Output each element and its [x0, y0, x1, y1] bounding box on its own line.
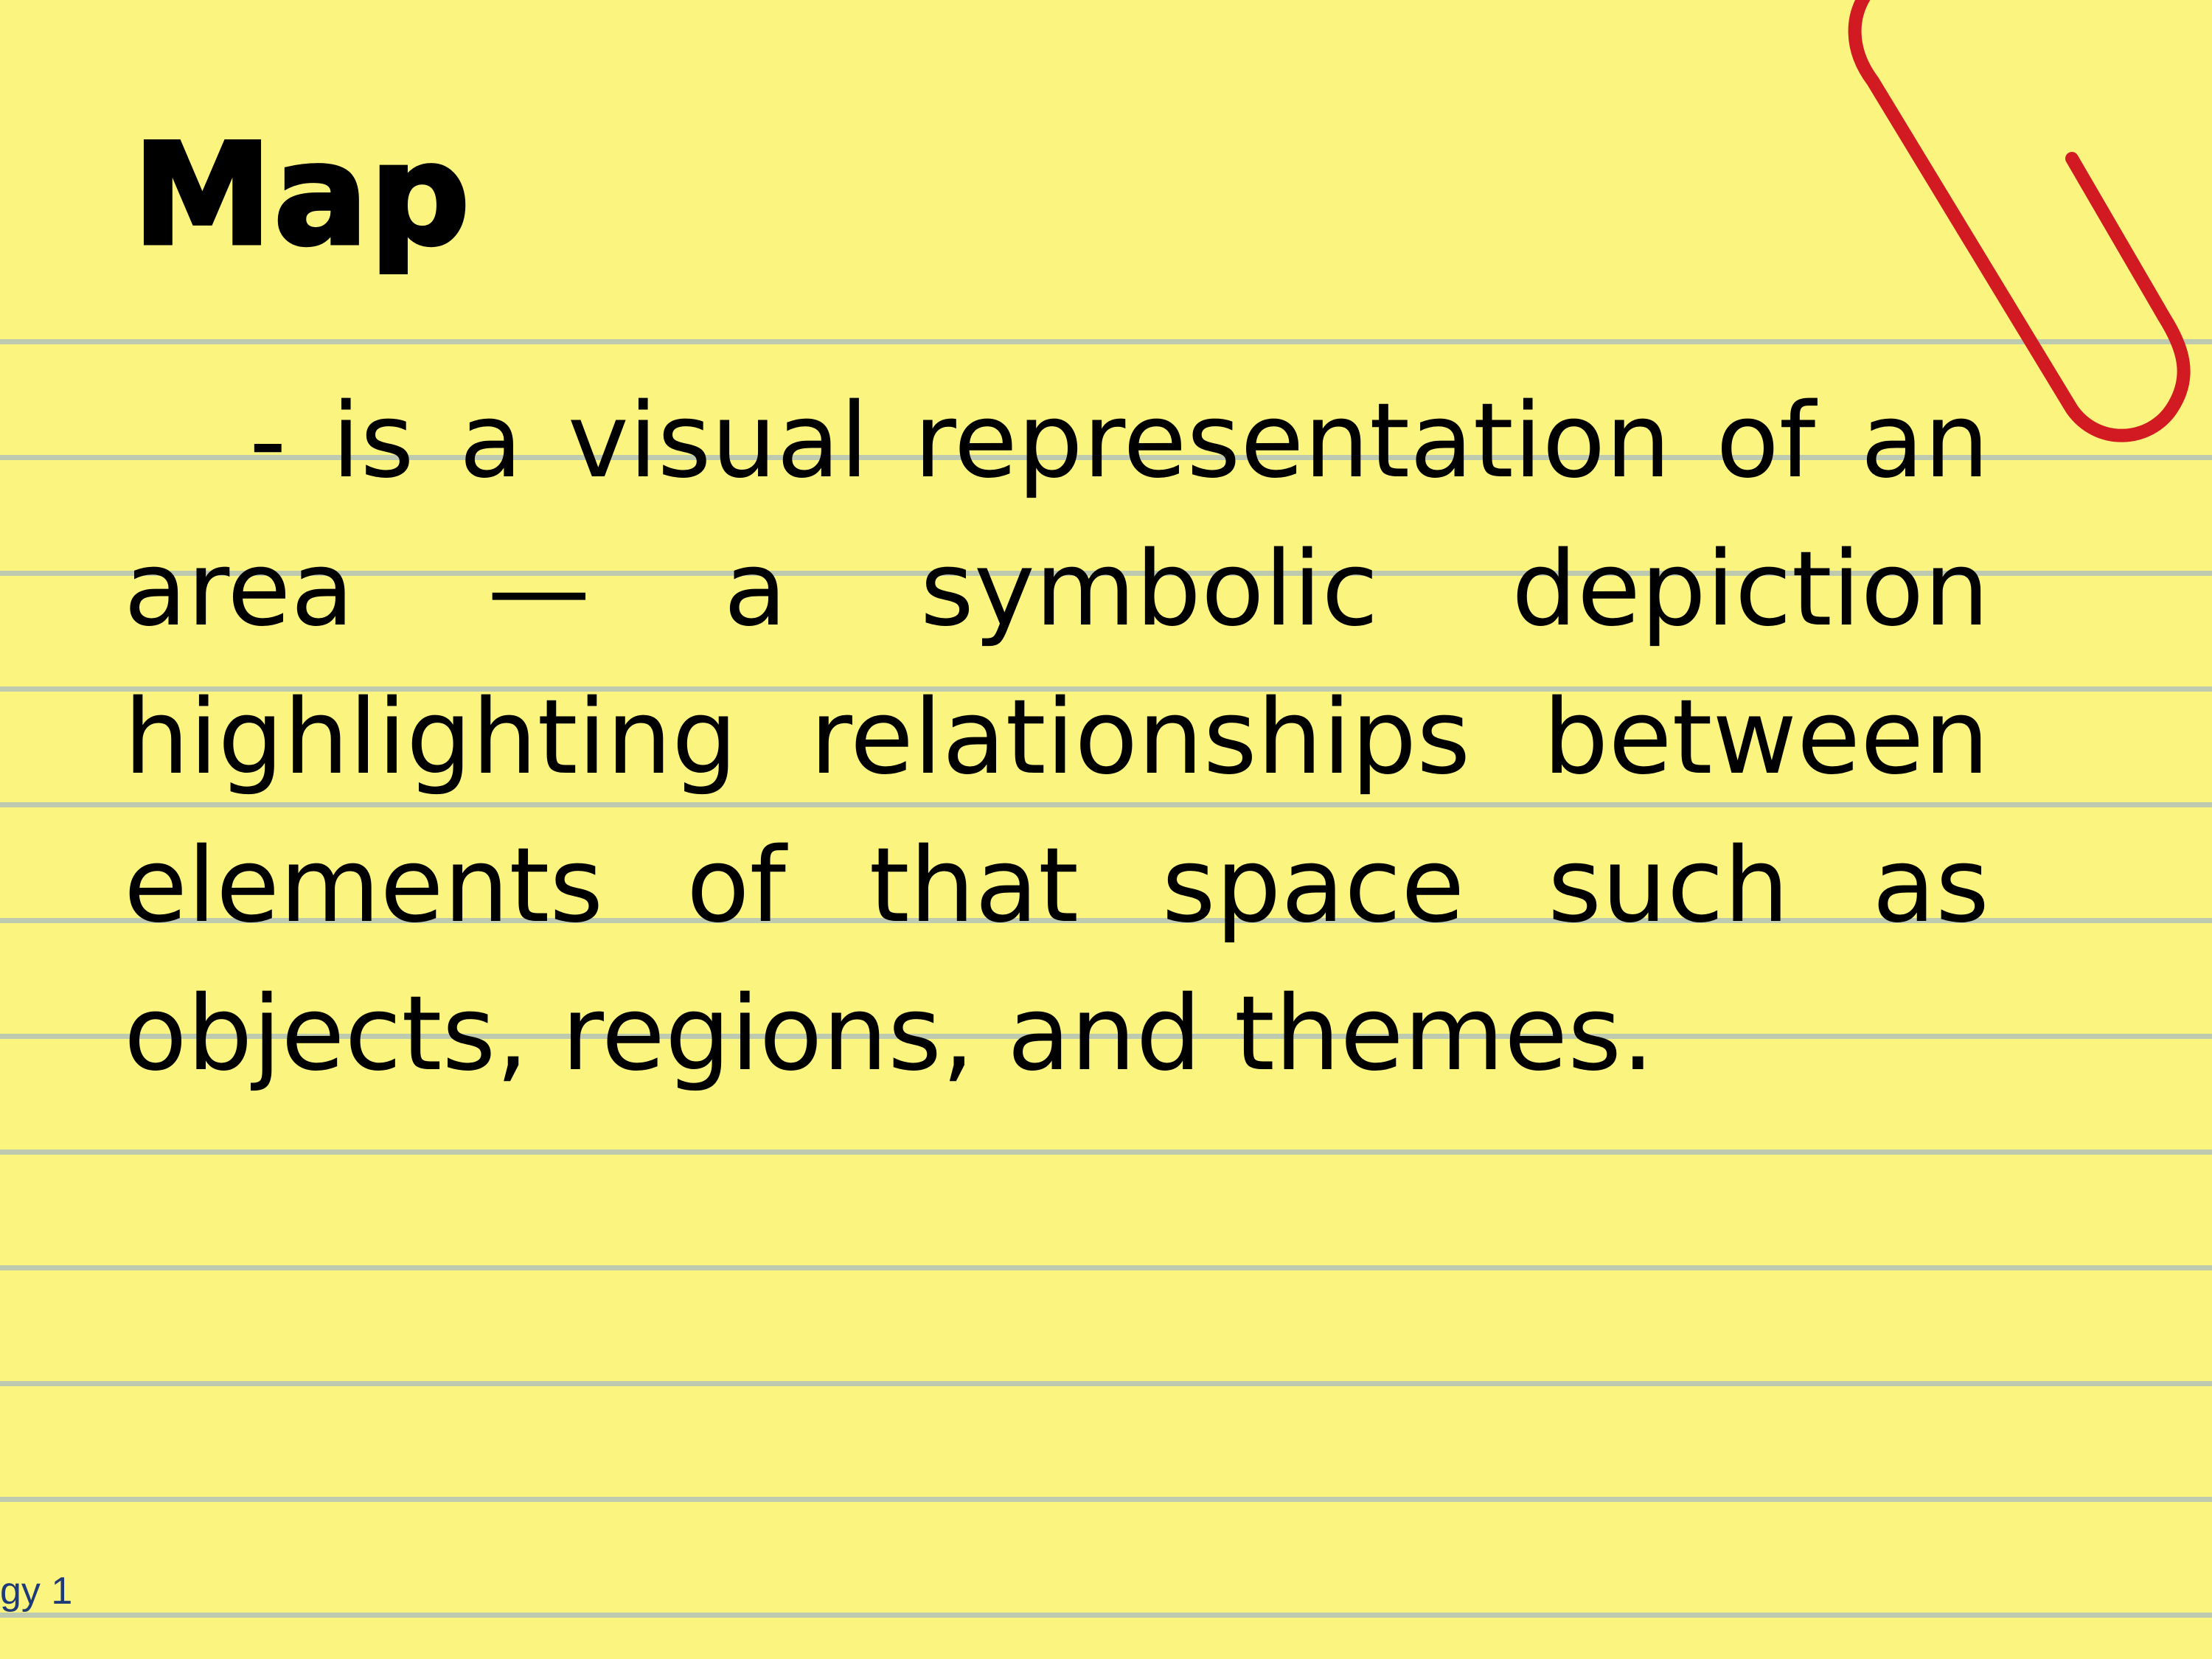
rule-line	[0, 1613, 2212, 1618]
slide-footer: gy 1	[0, 1570, 73, 1613]
slide-title: Map	[131, 114, 472, 276]
rule-line	[0, 1497, 2212, 1502]
definition-text: - is a visual representation of an area …	[124, 381, 1989, 1094]
rule-line	[0, 1265, 2212, 1270]
rule-line	[0, 1381, 2212, 1386]
rule-line	[0, 1150, 2212, 1155]
rule-line	[0, 339, 2212, 344]
